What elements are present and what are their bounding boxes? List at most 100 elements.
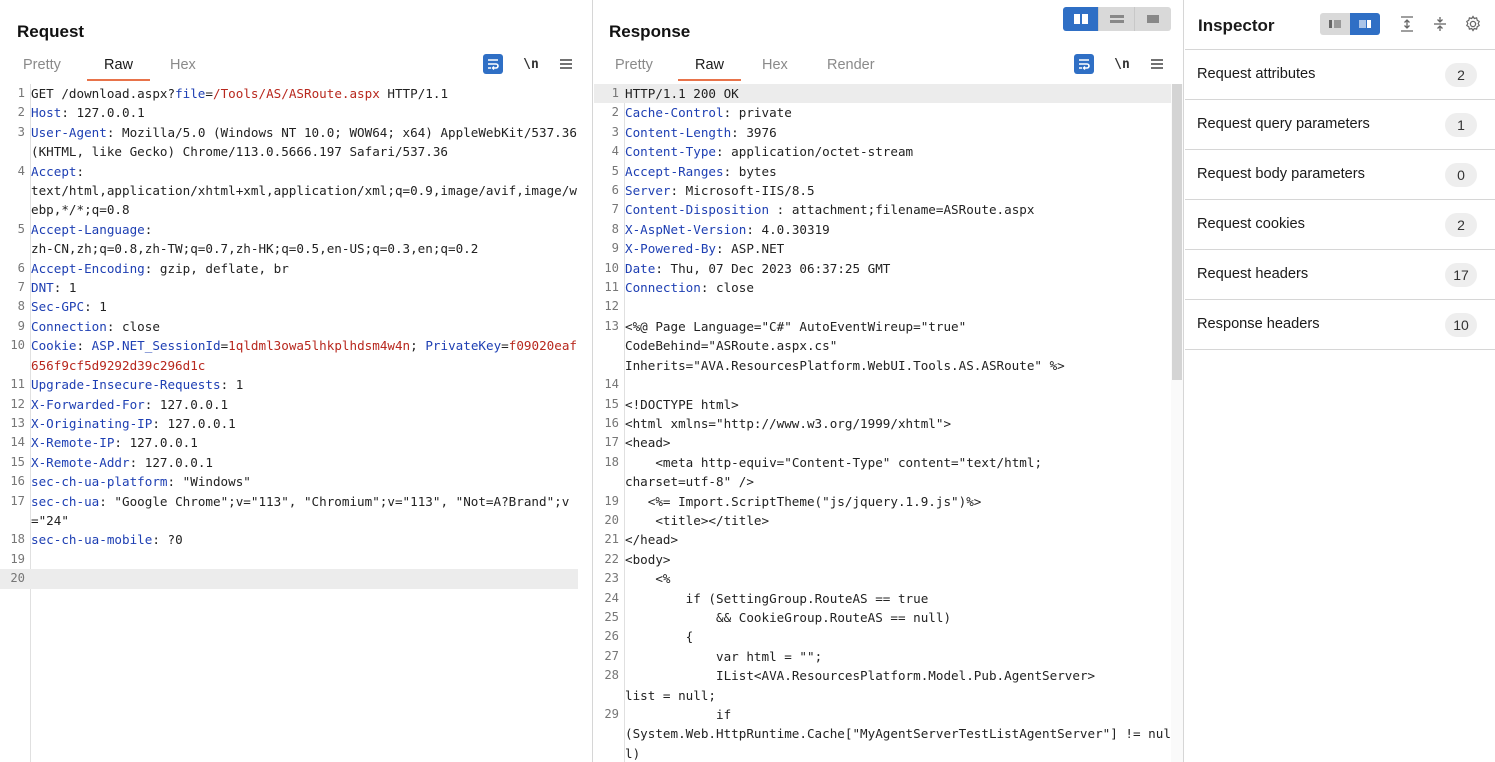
response-line[interactable]: 3 Content-Length: 3976 (594, 123, 1171, 142)
request-tab-raw[interactable]: Raw (86, 57, 151, 81)
response-line[interactable]: 29 if (System.Web.HttpRuntime.Cache["MyA… (594, 705, 1171, 762)
inspector-row-request-cookies[interactable]: Request cookies 2 (1185, 200, 1495, 250)
show-newlines-icon[interactable]: \n (521, 54, 541, 74)
layout-tabs-icon[interactable] (1135, 7, 1171, 31)
response-line[interactable]: 8 X-AspNet-Version: 4.0.30319 (594, 220, 1171, 239)
header-key: sec-ch-ua (31, 493, 100, 509)
request-line[interactable]: 8 Sec-GPC: 1 (0, 297, 578, 316)
response-line[interactable]: 23 <% (594, 569, 1171, 588)
request-line[interactable]: 12 X-Forwarded-For: 127.0.0.1 (0, 395, 578, 414)
request-line[interactable]: 3 User-Agent: Mozilla/5.0 (Windows NT 10.… (0, 123, 578, 162)
inspector-collapsed-icon[interactable] (1320, 13, 1350, 35)
layout-stacked-icon[interactable] (1099, 7, 1135, 31)
menu-icon[interactable] (556, 54, 576, 74)
inspector-row-count: 2 (1445, 63, 1477, 87)
response-line[interactable]: 10 Date: Thu, 07 Dec 2023 06:37:25 GMT (594, 259, 1171, 278)
response-tab-hex[interactable]: Hex (762, 57, 788, 73)
response-line[interactable]: 25 && CookieGroup.RouteAS == null) (594, 608, 1171, 627)
request-line[interactable]: 1 GET /download.aspx?file=/Tools/AS/ASRou… (0, 84, 578, 103)
response-line[interactable]: 2 Cache-Control: private (594, 103, 1171, 122)
request-line[interactable]: 6 Accept-Encoding: gzip, deflate, br (0, 259, 578, 278)
line-text (622, 297, 1171, 316)
response-line[interactable]: 13 <%@ Page Language="C#" AutoEventWireup… (594, 317, 1171, 375)
response-tabs: Pretty Raw Hex Render (594, 54, 1183, 81)
request-line[interactable]: 16 sec-ch-ua-platform: "Windows" (0, 472, 578, 491)
response-line[interactable]: 15 <!DOCTYPE html> (594, 395, 1171, 414)
layout-side-by-side-icon[interactable] (1063, 7, 1099, 31)
request-line[interactable]: 7 DNT: 1 (0, 278, 578, 297)
line-text: Connection: close (622, 278, 1171, 297)
line-number: 26 (604, 629, 619, 644)
code-text: IList<AVA.ResourcesPlatform.Model.Pub.Ag… (625, 668, 1096, 703)
inspector-row-request-attributes[interactable]: Request attributes 2 (1185, 50, 1495, 100)
inspector-expanded-icon[interactable] (1350, 13, 1380, 35)
request-line[interactable]: 2 Host: 127.0.0.1 (0, 103, 578, 122)
line-number: 13 (604, 318, 619, 333)
line-number: 14 (604, 377, 619, 392)
line-text: Cache-Control: private (622, 103, 1171, 122)
response-line[interactable]: 19 <%= Import.ScriptTheme("js/jquery.1.9… (594, 492, 1171, 511)
request-line[interactable]: 4 Accept: text/html,application/xhtml+xml… (0, 162, 578, 220)
collapse-all-icon[interactable] (1430, 14, 1450, 34)
request-line[interactable]: 11 Upgrade-Insecure-Requests: 1 (0, 375, 578, 394)
request-line[interactable]: 15 X-Remote-Addr: 127.0.0.1 (0, 453, 578, 472)
line-number: 17 (10, 493, 25, 508)
response-line[interactable]: 18 <meta http-equiv="Content-Type" conte… (594, 453, 1171, 492)
request-line[interactable]: 18 sec-ch-ua-mobile: ?0 (0, 530, 578, 549)
request-line[interactable]: 13 X-Originating-IP: 127.0.0.1 (0, 414, 578, 433)
response-tab-raw[interactable]: Raw (677, 57, 742, 81)
request-line[interactable]: 5 Accept-Language: zh-CN,zh;q=0.8,zh-TW;q… (0, 220, 578, 259)
line-number: 14 (10, 435, 25, 450)
response-line[interactable]: 20 <title></title> (594, 511, 1171, 530)
inspector-row-request-query-parameters[interactable]: Request query parameters 1 (1185, 100, 1495, 150)
request-line[interactable]: 19 (0, 550, 578, 569)
inspector-row-request-headers[interactable]: Request headers 17 (1185, 250, 1495, 300)
line-text: </head> (622, 530, 1171, 549)
layout-switch[interactable] (1063, 7, 1171, 31)
response-line[interactable]: 6 Server: Microsoft-IIS/8.5 (594, 181, 1171, 200)
response-editor[interactable]: 1 HTTP/1.1 200 OK 2 Cache-Control: private 3… (594, 84, 1183, 762)
response-line[interactable]: 12 (594, 297, 1171, 316)
word-wrap-icon[interactable] (483, 54, 503, 74)
response-scroll-thumb[interactable] (1172, 84, 1182, 380)
response-line[interactable]: 24 if (SettingGroup.RouteAS == true (594, 589, 1171, 608)
inspector-layout-toggle[interactable] (1320, 13, 1380, 35)
line-number: 12 (604, 299, 619, 314)
response-line[interactable]: 27 var html = ""; (594, 647, 1171, 666)
response-line[interactable]: 11 Connection: close (594, 278, 1171, 297)
request-line[interactable]: 9 Connection: close (0, 317, 578, 336)
response-line[interactable]: 5 Accept-Ranges: bytes (594, 162, 1171, 181)
response-line[interactable]: 9 X-Powered-By: ASP.NET (594, 239, 1171, 258)
expand-all-icon[interactable] (1397, 14, 1417, 34)
response-line[interactable]: 16 <html xmlns="http://www.w3.org/1999/xh… (594, 414, 1171, 433)
response-line[interactable]: 28 IList<AVA.ResourcesPlatform.Model.Pub… (594, 666, 1171, 705)
header-key: Cache-Control (625, 105, 724, 121)
request-line[interactable]: 17 sec-ch-ua: "Google Chrome";v="113", "C… (0, 492, 578, 531)
request-line[interactable]: 14 X-Remote-IP: 127.0.0.1 (0, 433, 578, 452)
response-line[interactable]: 21 </head> (594, 530, 1171, 549)
request-tab-pretty[interactable]: Pretty (23, 57, 61, 73)
request-line[interactable]: 10 Cookie: ASP.NET_SessionId = 1qldml3owa5l… (0, 336, 578, 375)
response-scrollbar[interactable] (1171, 84, 1183, 762)
response-line[interactable]: 14 (594, 375, 1171, 394)
response-line[interactable]: 7 Content-Disposition : attachment;filena… (594, 200, 1171, 219)
line-text: Host: 127.0.0.1 (28, 103, 578, 122)
request-editor[interactable]: 1 GET /download.aspx?file=/Tools/AS/ASRou… (0, 84, 592, 762)
response-tab-render[interactable]: Render (827, 57, 875, 73)
response-line[interactable]: 26 { (594, 627, 1171, 646)
response-line[interactable]: 1 HTTP/1.1 200 OK (594, 84, 1171, 104)
response-line[interactable]: 22 <body> (594, 550, 1171, 569)
line-text: Sec-GPC: 1 (28, 297, 578, 316)
request-line[interactable]: 20 (0, 569, 578, 589)
response-line[interactable]: 17 <head> (594, 433, 1171, 452)
menu-icon[interactable] (1147, 54, 1167, 74)
settings-gear-icon[interactable] (1463, 14, 1483, 34)
response-tab-pretty[interactable]: Pretty (615, 57, 653, 73)
request-tab-hex[interactable]: Hex (170, 57, 196, 73)
word-wrap-icon[interactable] (1074, 54, 1094, 74)
show-newlines-icon[interactable]: \n (1112, 54, 1132, 74)
response-line[interactable]: 4 Content-Type: application/octet-stream (594, 142, 1171, 161)
inspector-row-response-headers[interactable]: Response headers 10 (1185, 300, 1495, 350)
inspector-row-request-body-parameters[interactable]: Request body parameters 0 (1185, 150, 1495, 200)
line-text: Accept-Ranges: bytes (622, 162, 1171, 181)
